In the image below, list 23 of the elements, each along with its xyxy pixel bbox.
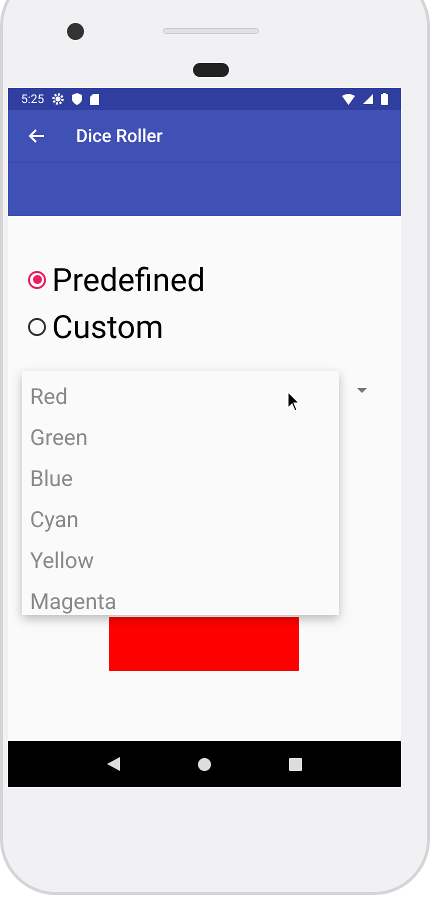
- mouse-cursor-icon: [287, 391, 300, 412]
- dropdown-item[interactable]: Cyan: [22, 500, 339, 541]
- dropdown-item[interactable]: Blue: [22, 459, 339, 500]
- sensor-icon: [193, 63, 229, 77]
- signal-icon: [363, 94, 373, 104]
- camera-icon: [67, 23, 84, 40]
- shield-icon: [72, 93, 82, 105]
- dropdown-item[interactable]: Magenta: [22, 582, 339, 615]
- recents-nav-icon[interactable]: [289, 758, 302, 770]
- dropdown-item[interactable]: Green: [22, 418, 339, 459]
- dropdown-item[interactable]: Red: [22, 377, 339, 418]
- battery-icon: [381, 93, 388, 105]
- radio-option[interactable]: Predefined: [28, 256, 206, 303]
- wifi-icon: [342, 94, 355, 104]
- app-title: Dice Roller: [76, 124, 163, 148]
- gear-icon: [52, 93, 64, 105]
- dropdown-item[interactable]: Yellow: [22, 541, 339, 582]
- back-nav-icon[interactable]: [107, 757, 120, 771]
- dropdown-arrow-icon[interactable]: [357, 388, 367, 392]
- radio-option[interactable]: Custom: [28, 303, 164, 350]
- status-time: 5:25: [21, 91, 44, 108]
- sd-card-icon: [90, 94, 100, 104]
- home-nav-icon[interactable]: [198, 758, 211, 770]
